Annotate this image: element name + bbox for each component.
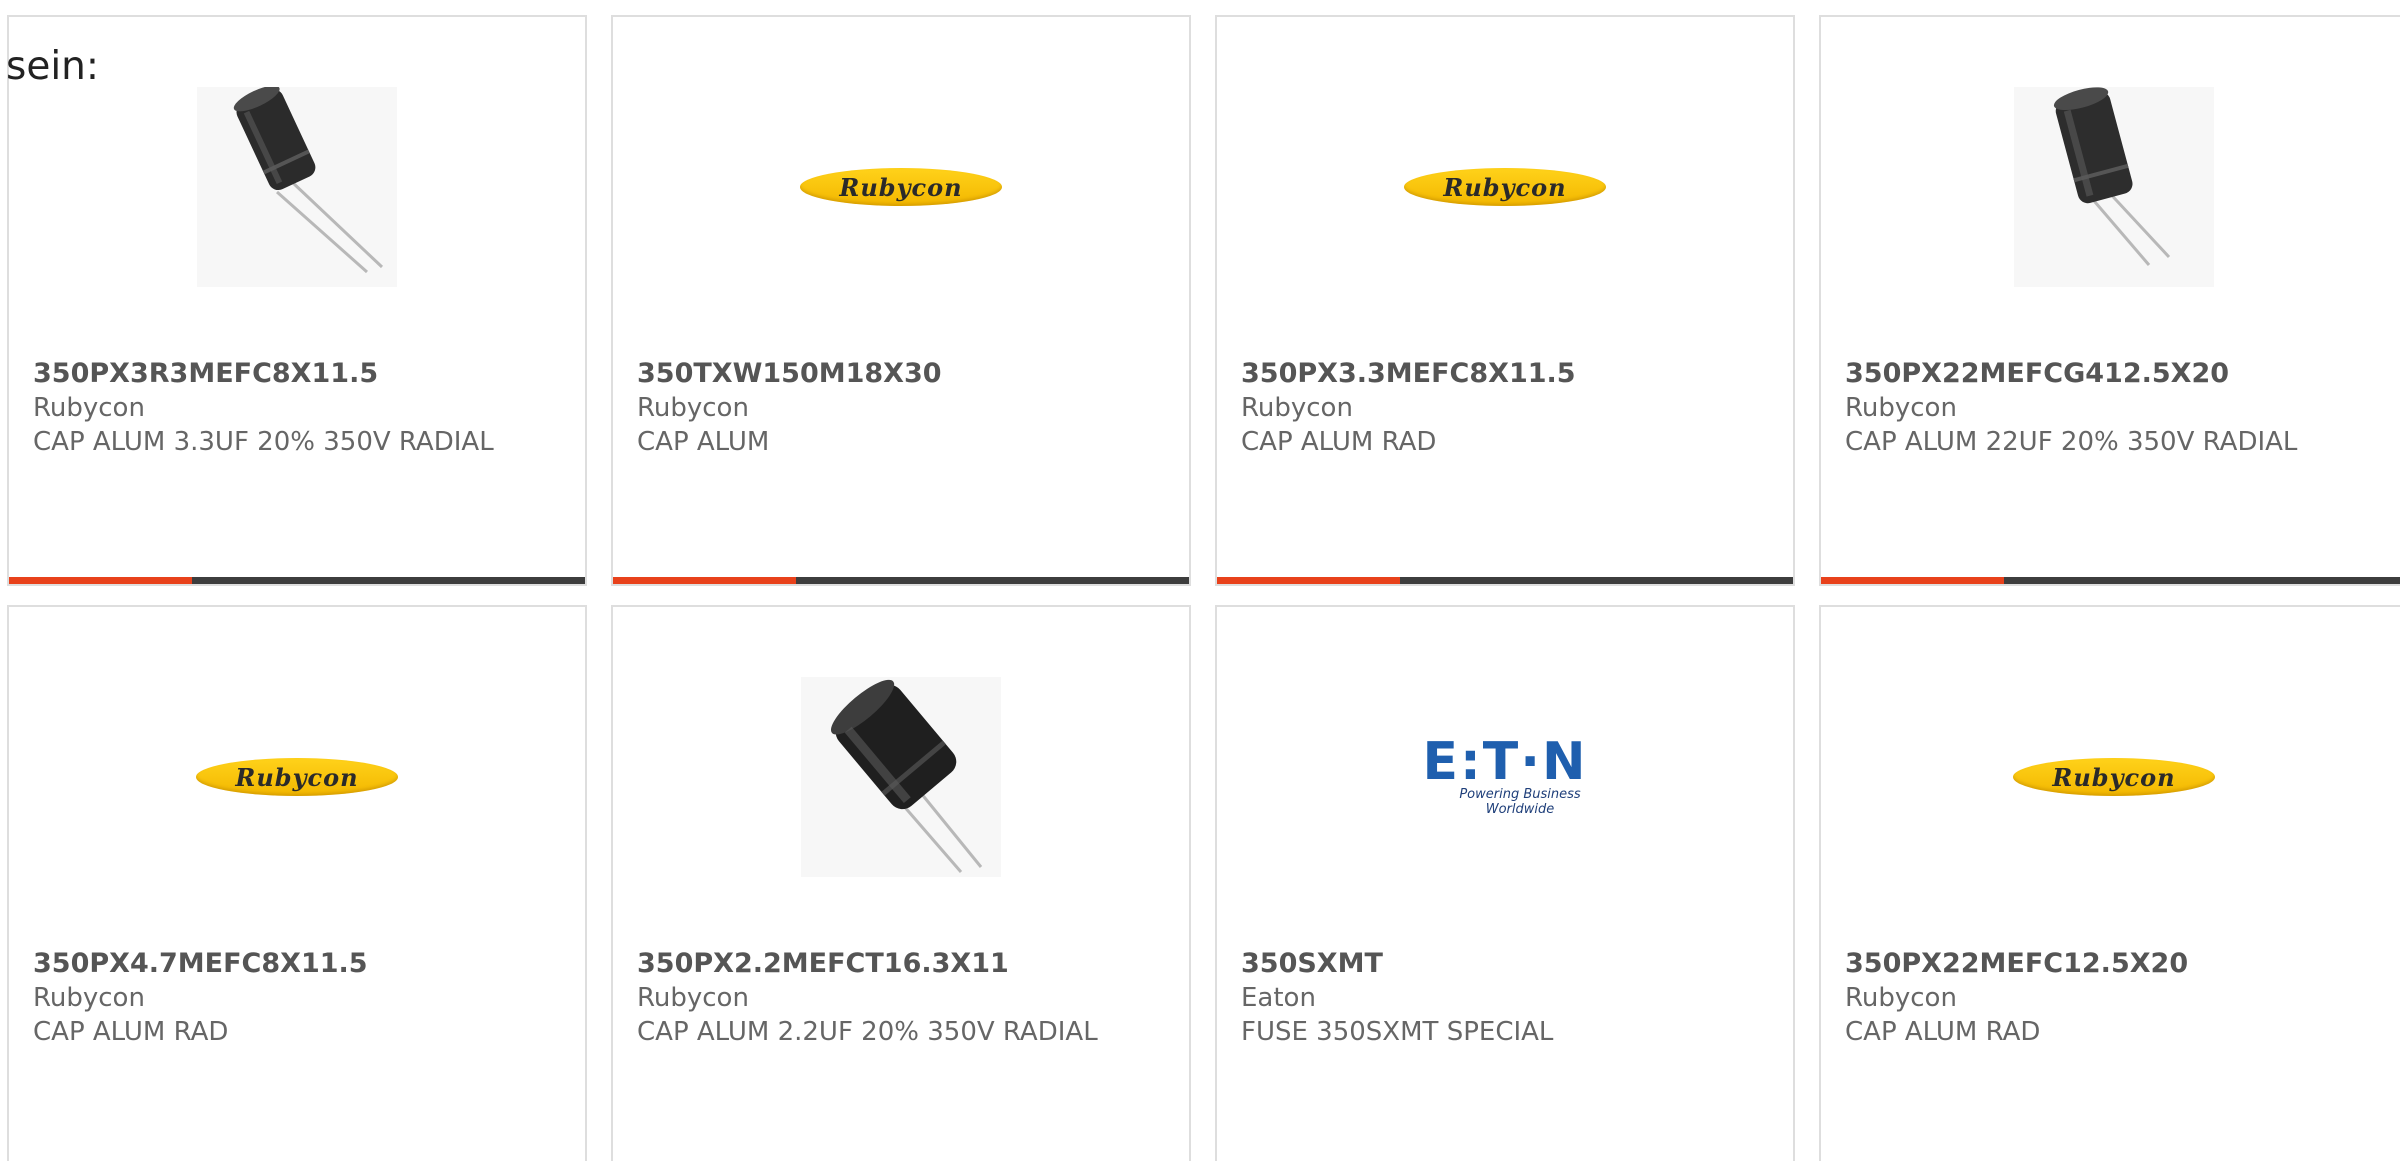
capacitor-photo <box>197 85 397 287</box>
product-card[interactable]: 350PX3R3MEFC8X11.5 Rubycon CAP ALUM 3.3U… <box>7 15 587 586</box>
intro-text: sein: <box>6 44 100 89</box>
accent-bar <box>613 577 796 584</box>
description: CAP ALUM RAD <box>1241 427 1437 457</box>
capacitor-photo <box>2014 87 2214 287</box>
capacitor-photo <box>801 677 1001 877</box>
product-image[interactable] <box>613 677 1189 877</box>
product-card[interactable]: 350PX22MEFCG412.5X20 Rubycon CAP ALUM 22… <box>1819 15 2400 586</box>
rubycon-logo: Rubycon <box>2013 758 2215 796</box>
product-image[interactable]: E:T·N Powering Business Worldwide <box>1217 677 1793 877</box>
product-info: 350PX3.3MEFC8X11.5 Rubycon CAP ALUM RAD <box>1241 357 1773 459</box>
product-info: 350SXMT Eaton FUSE 350SXMT SPECIAL <box>1241 947 1773 1049</box>
accent-bar <box>1821 577 2004 584</box>
rubycon-logo: Rubycon <box>800 168 1002 206</box>
eaton-logo: E:T·N Powering Business Worldwide <box>1422 732 1588 817</box>
card-bottom-bar <box>613 577 1189 584</box>
description: CAP ALUM RAD <box>33 1017 229 1047</box>
card-bottom-bar <box>1821 577 2400 584</box>
manufacturer: Rubycon <box>1845 393 1957 423</box>
product-image[interactable] <box>9 85 585 287</box>
description: CAP ALUM RAD <box>1845 1017 2041 1047</box>
manufacturer: Rubycon <box>1845 983 1957 1013</box>
manufacturer: Eaton <box>1241 983 1316 1013</box>
product-card[interactable]: E:T·N Powering Business Worldwide 350SXM… <box>1215 605 1795 1161</box>
accent-bar <box>1217 577 1400 584</box>
product-image[interactable]: Rubycon <box>1821 677 2400 877</box>
description: FUSE 350SXMT SPECIAL <box>1241 1017 1554 1047</box>
product-info: 350TXW150M18X30 Rubycon CAP ALUM <box>637 357 1169 459</box>
manufacturer: Rubycon <box>1241 393 1353 423</box>
product-image[interactable]: Rubycon <box>613 87 1189 287</box>
product-info: 350PX4.7MEFC8X11.5 Rubycon CAP ALUM RAD <box>33 947 565 1049</box>
part-number-link[interactable]: 350PX22MEFC12.5X20 <box>1845 947 2387 981</box>
description: CAP ALUM 2.2UF 20% 350V RADIAL <box>637 1017 1098 1047</box>
part-number-link[interactable]: 350TXW150M18X30 <box>637 357 1169 391</box>
product-card[interactable]: Rubycon 350PX3.3MEFC8X11.5 Rubycon CAP A… <box>1215 15 1795 586</box>
description: CAP ALUM 3.3UF 20% 350V RADIAL <box>33 427 494 457</box>
product-info: 350PX2.2MEFCT16.3X11 Rubycon CAP ALUM 2.… <box>637 947 1169 1049</box>
card-bottom-bar <box>1217 577 1793 584</box>
part-number-link[interactable]: 350PX2.2MEFCT16.3X11 <box>637 947 1169 981</box>
product-card[interactable]: Rubycon 350PX4.7MEFC8X11.5 Rubycon CAP A… <box>7 605 587 1161</box>
rubycon-logo: Rubycon <box>1404 168 1606 206</box>
product-image[interactable]: Rubycon <box>9 677 585 877</box>
manufacturer: Rubycon <box>637 983 749 1013</box>
part-number-link[interactable]: 350PX4.7MEFC8X11.5 <box>33 947 565 981</box>
part-number-link[interactable]: 350PX3.3MEFC8X11.5 <box>1241 357 1773 391</box>
product-grid-page: sein: 350PX3R3MEFC8X11.5 Rubycon CAP ALU… <box>0 0 2400 1161</box>
product-card[interactable]: 350PX2.2MEFCT16.3X11 Rubycon CAP ALUM 2.… <box>611 605 1191 1161</box>
product-image[interactable]: Rubycon <box>1217 87 1793 287</box>
part-number-link[interactable]: 350SXMT <box>1241 947 1773 981</box>
description: CAP ALUM 22UF 20% 350V RADIAL <box>1845 427 2298 457</box>
manufacturer: Rubycon <box>33 983 145 1013</box>
product-image[interactable] <box>1821 87 2400 287</box>
card-bottom-bar <box>9 577 585 584</box>
product-card[interactable]: Rubycon 350TXW150M18X30 Rubycon CAP ALUM <box>611 15 1191 586</box>
description: CAP ALUM <box>637 427 770 457</box>
part-number-link[interactable]: 350PX22MEFCG412.5X20 <box>1845 357 2387 391</box>
product-info: 350PX22MEFCG412.5X20 Rubycon CAP ALUM 22… <box>1845 357 2387 459</box>
product-card[interactable]: Rubycon 350PX22MEFC12.5X20 Rubycon CAP A… <box>1819 605 2400 1161</box>
part-number-link[interactable]: 350PX3R3MEFC8X11.5 <box>33 357 565 391</box>
product-info: 350PX22MEFC12.5X20 Rubycon CAP ALUM RAD <box>1845 947 2387 1049</box>
accent-bar <box>9 577 192 584</box>
manufacturer: Rubycon <box>33 393 145 423</box>
rubycon-logo: Rubycon <box>196 758 398 796</box>
manufacturer: Rubycon <box>637 393 749 423</box>
product-info: 350PX3R3MEFC8X11.5 Rubycon CAP ALUM 3.3U… <box>33 357 565 459</box>
